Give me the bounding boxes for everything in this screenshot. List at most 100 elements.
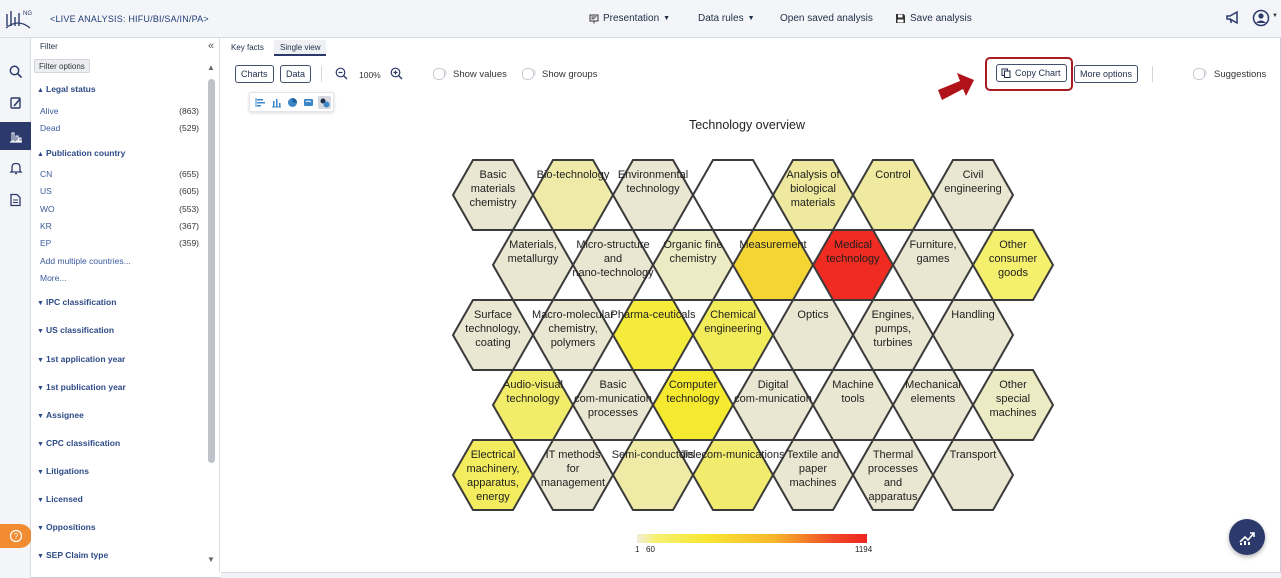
scroll-down-icon[interactable]: ▼ — [206, 555, 216, 565]
filter-panel: Filter « Filter options ▲Legal status Al… — [31, 38, 220, 572]
data-rules-label: Data rules — [698, 13, 744, 24]
expand-caret-icon: ▼ — [37, 441, 46, 448]
color-scale-bar — [637, 534, 867, 543]
trend-chart-icon — [1237, 527, 1257, 547]
more-options-button[interactable]: More options — [1074, 65, 1138, 83]
user-account-icon[interactable] — [1252, 9, 1270, 27]
copy-chart-label: Copy Chart — [1015, 68, 1061, 78]
tab-key-facts[interactable]: Key facts — [225, 40, 270, 56]
hex-cell[interactable] — [693, 160, 773, 230]
hex-label: Engines,pumps,turbines — [872, 309, 915, 349]
rail-reports-button[interactable] — [0, 186, 31, 214]
rail-notes-button[interactable] — [0, 89, 31, 117]
rail-alerts-button[interactable] — [0, 154, 31, 182]
technology-hexmap: BasicmaterialschemistryBio-technologyEnv… — [451, 158, 1061, 533]
collapse-caret-icon: ▲ — [37, 87, 46, 94]
filter-item-dead[interactable]: Dead(529) — [40, 123, 199, 133]
expand-caret-icon: ▼ — [37, 385, 46, 392]
scale-min-label: 1 — [635, 545, 639, 554]
main-content: Key facts Single view Charts Data 100% S… — [221, 38, 1279, 572]
logo-text: NG — [23, 11, 32, 17]
filter-item-wo[interactable]: WO(553) — [40, 204, 199, 214]
horizontal-bar-chart-icon[interactable] — [254, 96, 267, 109]
expand-caret-icon: ▼ — [37, 357, 46, 364]
expand-caret-icon: ▼ — [37, 525, 46, 532]
expand-caret-icon: ▼ — [37, 469, 46, 476]
filter-item-ep[interactable]: EP(359) — [40, 238, 199, 248]
filter-section-1st-publication-year[interactable]: ▼1st publication year — [37, 382, 126, 392]
open-saved-analysis-button[interactable]: Open saved analysis — [780, 13, 873, 24]
zoom-in-icon[interactable] — [390, 67, 403, 80]
filter-item-cn[interactable]: CN(655) — [40, 169, 199, 179]
presentation-label: Presentation — [603, 13, 659, 24]
left-icon-rail: ? — [0, 38, 31, 578]
tab-single-view[interactable]: Single view — [274, 40, 326, 56]
color-scale-legend: 1 60 1194 — [637, 534, 867, 564]
show-groups-toggle[interactable] — [522, 69, 536, 77]
filter-section-licensed[interactable]: ▼Licensed — [37, 494, 83, 504]
filter-section-us-classification[interactable]: ▼US classification — [37, 325, 114, 335]
rail-charts-button[interactable] — [0, 122, 31, 150]
data-rules-menu[interactable]: Data rules ▼ — [698, 13, 755, 24]
expand-caret-icon: ▼ — [37, 553, 46, 560]
filter-tab[interactable]: Filter — [40, 42, 58, 51]
help-icon: ? — [9, 529, 23, 543]
top-header: NG <LIVE ANALYSIS: HIFU/BI/SA/IN/PA> Pre… — [0, 0, 1281, 38]
analysis-title: <LIVE ANALYSIS: HIFU/BI/SA/IN/PA> — [50, 14, 209, 24]
search-icon — [9, 65, 23, 79]
megaphone-icon[interactable] — [1224, 9, 1242, 27]
filter-section-legal-status[interactable]: ▲Legal status — [37, 84, 96, 94]
data-button[interactable]: Data — [280, 65, 311, 83]
show-values-toggle[interactable] — [433, 69, 447, 77]
chevron-down-icon[interactable]: ▼ — [1272, 13, 1278, 19]
expand-caret-icon: ▼ — [37, 497, 46, 504]
save-analysis-button[interactable]: Save analysis — [895, 13, 972, 24]
filter-item-kr[interactable]: KR(367) — [40, 221, 199, 231]
filter-section-sep-claim-type[interactable]: ▼SEP Claim type — [37, 550, 108, 560]
open-saved-analysis-label: Open saved analysis — [780, 13, 873, 24]
filter-item-alive[interactable]: Alive(863) — [40, 106, 199, 116]
presentation-icon — [589, 14, 599, 24]
rail-search-button[interactable] — [0, 58, 31, 86]
filter-section-assignee[interactable]: ▼Assignee — [37, 410, 84, 420]
presentation-menu[interactable]: Presentation ▼ — [589, 13, 670, 24]
more-countries-link[interactable]: More... — [40, 273, 66, 283]
bell-icon — [9, 161, 23, 175]
filter-section-litigations[interactable]: ▼Litigations — [37, 466, 89, 476]
scroll-thumb[interactable] — [208, 79, 215, 463]
vertical-bar-chart-icon[interactable] — [270, 96, 283, 109]
toolbar-divider — [1152, 66, 1153, 82]
suggestions-toggle[interactable] — [1193, 69, 1207, 77]
notes-icon — [9, 96, 23, 110]
copy-chart-button[interactable]: Copy Chart — [996, 64, 1067, 82]
scroll-up-icon[interactable]: ▲ — [206, 63, 216, 73]
expand-caret-icon: ▼ — [37, 413, 46, 420]
hex-label: Analysis ofbiologicalmaterials — [786, 169, 840, 209]
add-multiple-countries-link[interactable]: Add multiple countries... — [40, 256, 131, 266]
bubble-chart-icon[interactable] — [318, 96, 331, 109]
zoom-level: 100% — [359, 70, 381, 80]
filter-options-button[interactable]: Filter options — [34, 59, 90, 73]
hex-label: Measurement — [739, 239, 806, 251]
map-chart-icon[interactable] — [302, 96, 315, 109]
filter-section-oppositions[interactable]: ▼Oppositions — [37, 522, 96, 532]
filter-section-1st-application-year[interactable]: ▼1st application year — [37, 354, 125, 364]
hex-label: Optics — [797, 309, 829, 321]
filter-item-us[interactable]: US(605) — [40, 186, 199, 196]
filter-section-ipc-classification[interactable]: ▼IPC classification — [37, 297, 116, 307]
insights-fab-button[interactable] — [1229, 519, 1265, 555]
zoom-out-icon[interactable] — [335, 67, 348, 80]
logo-icon[interactable]: NG — [4, 6, 32, 32]
chart-title: Technology overview — [221, 118, 1273, 132]
pie-chart-icon[interactable] — [286, 96, 299, 109]
collapse-panel-icon[interactable]: « — [208, 40, 214, 52]
filter-section-publication-country[interactable]: ▲Publication country — [37, 148, 125, 158]
toolbar-divider — [321, 66, 322, 82]
filter-section-cpc-classification[interactable]: ▼CPC classification — [37, 438, 120, 448]
scale-low-label: 60 — [646, 545, 655, 554]
charts-button[interactable]: Charts — [235, 65, 274, 83]
save-icon — [895, 13, 906, 24]
help-button[interactable]: ? — [0, 524, 32, 548]
red-arrow-annotation — [936, 68, 976, 106]
filter-scrollbar[interactable]: ▲ ▼ — [206, 63, 216, 568]
